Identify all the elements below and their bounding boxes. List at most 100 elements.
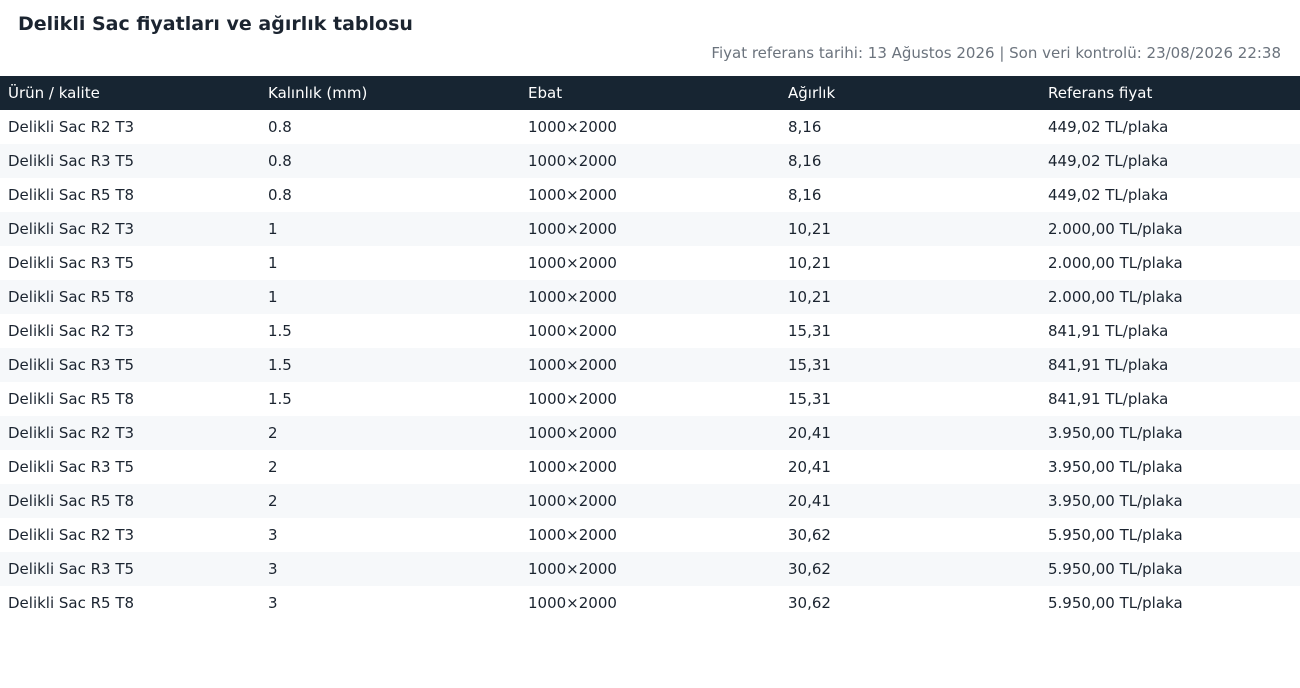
table-row: Delikli Sac R3 T5 0.8 1000×2000 8,16 449,02 … xyxy=(0,144,1300,178)
price-weight-table: Ürün / kalite Kalınlık (mm) Ebat Ağırlık… xyxy=(0,76,1300,620)
cell-weight: 30,62 xyxy=(780,586,1040,620)
cell-size: 1000×2000 xyxy=(520,246,780,280)
table-row: Delikli Sac R2 T3 1.5 1000×2000 15,31 841,91… xyxy=(0,314,1300,348)
column-header-size: Ebat xyxy=(520,76,780,110)
cell-product: Delikli Sac R5 T8 xyxy=(0,586,260,620)
cell-weight: 8,16 xyxy=(780,110,1040,144)
cell-weight: 10,21 xyxy=(780,212,1040,246)
table-row: Delikli Sac R2 T3 1 1000×2000 10,21 2.000,00… xyxy=(0,212,1300,246)
cell-reference-price: 841,91 TL/plaka xyxy=(1040,314,1300,348)
cell-weight: 15,31 xyxy=(780,314,1040,348)
cell-product: Delikli Sac R2 T3 xyxy=(0,416,260,450)
cell-reference-price: 449,02 TL/plaka xyxy=(1040,178,1300,212)
cell-weight: 20,41 xyxy=(780,416,1040,450)
cell-thickness: 2 xyxy=(260,416,520,450)
cell-reference-price: 5.950,00 TL/plaka xyxy=(1040,518,1300,552)
cell-thickness: 0.8 xyxy=(260,144,520,178)
table-row: Delikli Sac R5 T8 2 1000×2000 20,41 3.950,00… xyxy=(0,484,1300,518)
cell-weight: 10,21 xyxy=(780,280,1040,314)
price-reference-meta: Fiyat referans tarihi: 13 Ağustos 2026 |… xyxy=(711,44,1281,62)
cell-size: 1000×2000 xyxy=(520,280,780,314)
cell-size: 1000×2000 xyxy=(520,552,780,586)
cell-product: Delikli Sac R2 T3 xyxy=(0,212,260,246)
cell-reference-price: 449,02 TL/plaka xyxy=(1040,110,1300,144)
cell-thickness: 3 xyxy=(260,518,520,552)
cell-weight: 8,16 xyxy=(780,144,1040,178)
cell-thickness: 3 xyxy=(260,586,520,620)
table-row: Delikli Sac R3 T5 3 1000×2000 30,62 5.950,00… xyxy=(0,552,1300,586)
column-header-product: Ürün / kalite xyxy=(0,76,260,110)
cell-weight: 15,31 xyxy=(780,382,1040,416)
cell-reference-price: 2.000,00 TL/plaka xyxy=(1040,246,1300,280)
cell-product: Delikli Sac R3 T5 xyxy=(0,246,260,280)
cell-reference-price: 841,91 TL/plaka xyxy=(1040,348,1300,382)
cell-reference-price: 841,91 TL/plaka xyxy=(1040,382,1300,416)
cell-thickness: 0.8 xyxy=(260,110,520,144)
column-header-weight: Ağırlık xyxy=(780,76,1040,110)
cell-product: Delikli Sac R3 T5 xyxy=(0,450,260,484)
cell-thickness: 1.5 xyxy=(260,314,520,348)
cell-thickness: 1 xyxy=(260,280,520,314)
cell-size: 1000×2000 xyxy=(520,484,780,518)
cell-size: 1000×2000 xyxy=(520,348,780,382)
cell-product: Delikli Sac R3 T5 xyxy=(0,552,260,586)
table-row: Delikli Sac R2 T3 3 1000×2000 30,62 5.950,00… xyxy=(0,518,1300,552)
cell-reference-price: 3.950,00 TL/plaka xyxy=(1040,484,1300,518)
column-header-thickness: Kalınlık (mm) xyxy=(260,76,520,110)
page-title: Delikli Sac fiyatları ve ağırlık tablosu xyxy=(18,13,413,35)
cell-reference-price: 5.950,00 TL/plaka xyxy=(1040,552,1300,586)
cell-weight: 20,41 xyxy=(780,484,1040,518)
cell-size: 1000×2000 xyxy=(520,416,780,450)
cell-reference-price: 5.950,00 TL/plaka xyxy=(1040,586,1300,620)
table-body: Delikli Sac R2 T3 0.8 1000×2000 8,16 449,02 … xyxy=(0,110,1300,620)
cell-thickness: 1 xyxy=(260,246,520,280)
cell-reference-price: 2.000,00 TL/plaka xyxy=(1040,280,1300,314)
cell-weight: 30,62 xyxy=(780,518,1040,552)
table-row: Delikli Sac R5 T8 1.5 1000×2000 15,31 841,91… xyxy=(0,382,1300,416)
cell-size: 1000×2000 xyxy=(520,144,780,178)
cell-thickness: 1.5 xyxy=(260,348,520,382)
cell-reference-price: 449,02 TL/plaka xyxy=(1040,144,1300,178)
table-row: Delikli Sac R2 T3 2 1000×2000 20,41 3.950,00… xyxy=(0,416,1300,450)
cell-product: Delikli Sac R3 T5 xyxy=(0,348,260,382)
cell-size: 1000×2000 xyxy=(520,110,780,144)
table-row: Delikli Sac R5 T8 3 1000×2000 30,62 5.950,00… xyxy=(0,586,1300,620)
cell-thickness: 2 xyxy=(260,484,520,518)
cell-thickness: 1.5 xyxy=(260,382,520,416)
table-row: Delikli Sac R5 T8 0.8 1000×2000 8,16 449,02 … xyxy=(0,178,1300,212)
cell-size: 1000×2000 xyxy=(520,518,780,552)
cell-thickness: 1 xyxy=(260,212,520,246)
table-row: Delikli Sac R3 T5 2 1000×2000 20,41 3.950,00… xyxy=(0,450,1300,484)
cell-weight: 30,62 xyxy=(780,552,1040,586)
cell-weight: 8,16 xyxy=(780,178,1040,212)
cell-reference-price: 3.950,00 TL/plaka xyxy=(1040,416,1300,450)
column-header-reference-price: Referans fiyat xyxy=(1040,76,1300,110)
cell-size: 1000×2000 xyxy=(520,212,780,246)
cell-size: 1000×2000 xyxy=(520,450,780,484)
cell-size: 1000×2000 xyxy=(520,382,780,416)
cell-product: Delikli Sac R2 T3 xyxy=(0,110,260,144)
cell-size: 1000×2000 xyxy=(520,314,780,348)
cell-size: 1000×2000 xyxy=(520,178,780,212)
cell-thickness: 2 xyxy=(260,450,520,484)
table-row: Delikli Sac R3 T5 1.5 1000×2000 15,31 841,91… xyxy=(0,348,1300,382)
table-row: Delikli Sac R5 T8 1 1000×2000 10,21 2.000,00… xyxy=(0,280,1300,314)
table-row: Delikli Sac R2 T3 0.8 1000×2000 8,16 449,02 … xyxy=(0,110,1300,144)
cell-product: Delikli Sac R5 T8 xyxy=(0,382,260,416)
cell-thickness: 0.8 xyxy=(260,178,520,212)
cell-size: 1000×2000 xyxy=(520,586,780,620)
table-header-row: Ürün / kalite Kalınlık (mm) Ebat Ağırlık… xyxy=(0,76,1300,110)
cell-weight: 15,31 xyxy=(780,348,1040,382)
cell-weight: 20,41 xyxy=(780,450,1040,484)
table-row: Delikli Sac R3 T5 1 1000×2000 10,21 2.000,00… xyxy=(0,246,1300,280)
table-header: Ürün / kalite Kalınlık (mm) Ebat Ağırlık… xyxy=(0,76,1300,110)
cell-reference-price: 2.000,00 TL/plaka xyxy=(1040,212,1300,246)
cell-product: Delikli Sac R5 T8 xyxy=(0,178,260,212)
cell-reference-price: 3.950,00 TL/plaka xyxy=(1040,450,1300,484)
cell-weight: 10,21 xyxy=(780,246,1040,280)
cell-product: Delikli Sac R3 T5 xyxy=(0,144,260,178)
cell-product: Delikli Sac R5 T8 xyxy=(0,484,260,518)
cell-thickness: 3 xyxy=(260,552,520,586)
cell-product: Delikli Sac R2 T3 xyxy=(0,314,260,348)
cell-product: Delikli Sac R2 T3 xyxy=(0,518,260,552)
